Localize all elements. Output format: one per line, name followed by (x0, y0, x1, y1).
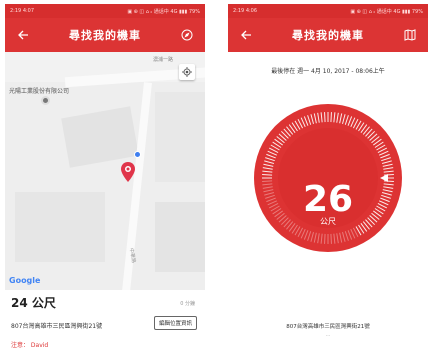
gauge-tick (383, 167, 394, 170)
poi-marker[interactable] (41, 96, 50, 105)
gauge-tick (330, 112, 332, 123)
gauge-tick (262, 170, 273, 173)
gauge-tick (324, 233, 326, 244)
gauge-tick (303, 116, 309, 126)
gauge-tick (347, 230, 353, 240)
gauge-unit: 公尺 (320, 217, 336, 226)
status-icons: ▣ ⊕ ◫ ⌂ ᵢₗ 通话中 4G ▮▮▮ 79% (350, 8, 423, 15)
gauge-tick (324, 112, 326, 123)
back-button[interactable] (13, 25, 33, 45)
crosshair-icon (182, 67, 192, 77)
location-pin-icon[interactable] (121, 162, 135, 182)
gauge-tick (310, 231, 314, 242)
gauge-tick (342, 231, 346, 242)
parked-time: 最後停在 週一 4月 10, 2017 - 08:06上午 (271, 68, 385, 75)
gauge-tick (336, 112, 339, 123)
compass-icon (181, 29, 193, 41)
map-block (15, 192, 105, 262)
address-text: 807台灣高雄市三民區灣興街21號 (286, 324, 370, 330)
back-button[interactable] (236, 25, 256, 45)
map-screen: 2:19 4:07 ▣ ⊕ ◫ ⌂ ᵢₗ 通话中 4G ▮▮▮ 79% 尋找我的… (5, 4, 205, 348)
back-arrow-icon (18, 30, 28, 40)
app-bar: 尋找我的機車 (5, 18, 205, 52)
map-block (61, 106, 139, 168)
gauge-tick (336, 233, 339, 244)
location-info-panel: 24 公尺 0 分鐘 807台灣高雄市三民區灣興街21號 編輯位置資訊 注意： … (5, 290, 205, 348)
gauge-ticks (262, 112, 394, 244)
map-block (155, 202, 205, 272)
gauge-tick (307, 231, 312, 241)
status-time: 2:19 4:06 (233, 8, 258, 14)
app-bar: 尋找我的機車 (228, 18, 428, 52)
gauge-tick (317, 112, 320, 123)
edit-location-button[interactable]: 編輯位置資訊 (153, 316, 197, 330)
back-arrow-icon (241, 30, 251, 40)
page-title: 尋找我的機車 (69, 29, 141, 42)
street-label: 中華路 (127, 247, 137, 264)
compass-button[interactable] (177, 25, 197, 45)
time-ago: 0 分鐘 (180, 301, 195, 307)
status-time: 2:19 4:07 (10, 8, 35, 14)
gauge-tick (381, 157, 391, 162)
address-subtext: … (325, 332, 331, 338)
map-view[interactable]: 濃浦一路 光陽工業股份有限公司 中華路 Google (5, 52, 205, 290)
gauge-tick (333, 112, 336, 123)
gauge-tick (383, 170, 394, 173)
gauge-tick (317, 233, 320, 244)
note-text: 注意： David (11, 342, 49, 348)
gauge-tick (263, 163, 274, 167)
gauge-tick (344, 115, 349, 125)
gauge-tick (307, 115, 312, 125)
gauge-tick (320, 233, 323, 244)
gauge-tick (381, 160, 392, 164)
google-logo: Google (9, 276, 41, 285)
street-label: 濃浦一路 (153, 57, 174, 63)
gauge-tick (342, 114, 346, 125)
gauge-tick (339, 113, 343, 124)
gauge-tick (344, 231, 349, 241)
gauge-tick (380, 153, 390, 159)
status-bar: 2:19 4:06 ▣ ⊕ ◫ ⌂ ᵢₗ 通话中 4G ▮▮▮ 79% (228, 4, 428, 18)
gauge-value: 26 (302, 179, 354, 220)
gauge-tick (347, 116, 353, 126)
distance-screen: 2:19 4:06 ▣ ⊕ ◫ ⌂ ᵢₗ 通话中 4G ▮▮▮ 79% 尋找我的… (228, 4, 428, 348)
map-button[interactable] (400, 25, 420, 45)
gauge-tick (262, 174, 273, 176)
gauge-tick (320, 112, 323, 123)
distance-value: 24 公尺 (11, 296, 56, 310)
page-title: 尋找我的機車 (292, 29, 364, 42)
gauge-tick (265, 157, 275, 162)
distance-gauge (254, 104, 402, 252)
gauge-tick (262, 167, 273, 170)
poi-label: 光陽工業股份有限公司 (9, 88, 70, 95)
status-icons: ▣ ⊕ ◫ ⌂ ᵢₗ 通话中 4G ▮▮▮ 79% (127, 8, 200, 15)
gauge-tick (313, 113, 317, 124)
status-bar: 2:19 4:07 ▣ ⊕ ◫ ⌂ ᵢₗ 通话中 4G ▮▮▮ 79% (5, 4, 205, 18)
gauge-tick (330, 233, 332, 244)
my-location-button[interactable] (179, 64, 195, 80)
current-location-dot (134, 151, 141, 158)
gauge-tick (383, 174, 394, 176)
map-icon (404, 29, 416, 41)
gauge-tick (339, 232, 343, 243)
map-block (155, 92, 205, 182)
gauge-tick (266, 153, 276, 159)
gauge-tick (310, 114, 314, 125)
gauge-tick (333, 233, 336, 244)
gauge-tick (303, 230, 309, 240)
gauge-tick (313, 232, 317, 243)
gauge-tick (382, 163, 393, 167)
gauge-tick (264, 160, 275, 164)
